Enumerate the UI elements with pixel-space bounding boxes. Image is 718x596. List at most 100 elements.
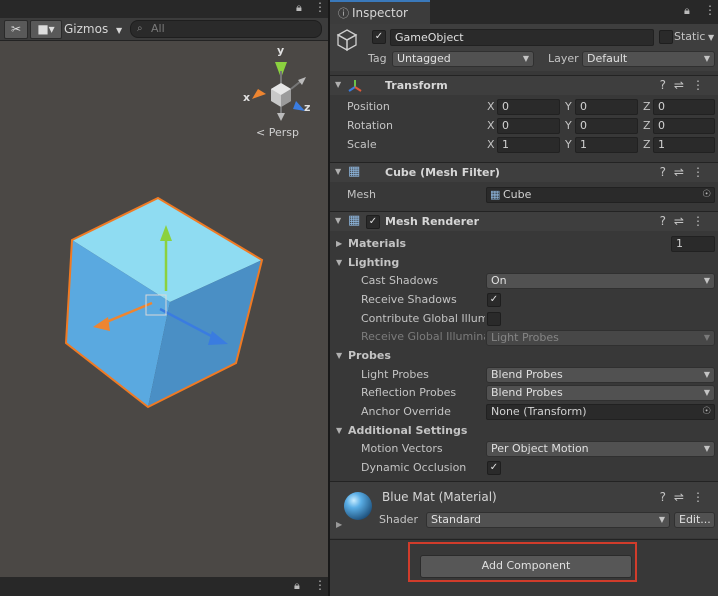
component-menu-icons[interactable]: ?⇌⋮ [660, 165, 712, 179]
mesh-icon: ▦ [490, 188, 501, 201]
projection-label: Persp [268, 126, 299, 139]
dynamic-occlusion-label: Dynamic Occlusion [361, 461, 467, 474]
orientation-gizmo[interactable] [252, 62, 306, 121]
inspector-tab-bar: ⓘ Inspector 🔒︎ ⋮ [330, 0, 718, 24]
scale-z-field[interactable]: 1 [653, 137, 715, 153]
inspector-kebab-icon[interactable]: ⋮ [704, 3, 716, 17]
component-menu-icons[interactable]: ?⇌⋮ [660, 78, 712, 92]
position-x-field[interactable]: 0 [497, 99, 560, 115]
info-icon: ⓘ [338, 7, 349, 20]
materials-foldout-icon[interactable]: ▶ [336, 239, 342, 248]
gameobject-name-field[interactable]: GameObject [390, 29, 654, 46]
bottom-kebab-icon[interactable]: ⋮ [314, 578, 326, 592]
receive-gi-value: Light Probes [491, 331, 559, 344]
tag-dropdown[interactable]: Untagged ▼ [392, 51, 534, 67]
tools-icon[interactable]: ✂ [4, 20, 28, 39]
mesh-filter-icon: ▦ [348, 164, 361, 179]
mesh-filter-header[interactable]: ▼ ▦ Cube (Mesh Filter) ?⇌⋮ [330, 162, 718, 182]
shader-dropdown[interactable]: Standard ▼ [426, 512, 670, 528]
lighting-foldout-icon[interactable]: ▼ [336, 258, 342, 267]
layer-label: Layer [548, 52, 579, 65]
motion-vectors-dropdown[interactable]: Per Object Motion ▼ [486, 441, 715, 457]
reflection-probes-dropdown[interactable]: Blend Probes ▼ [486, 385, 715, 401]
component-menu-icons[interactable]: ?⇌⋮ [660, 214, 712, 228]
mesh-object-field[interactable]: ▦ Cube ☉ [486, 187, 715, 203]
scene-viewport[interactable]: y x z < Persp [0, 41, 328, 577]
object-picker-icon[interactable]: ☉ [702, 405, 711, 419]
rotation-y-field[interactable]: 0 [575, 118, 638, 134]
rotation-x-field[interactable]: 0 [497, 118, 560, 134]
lighting-label[interactable]: Lighting [348, 254, 399, 272]
gizmo-z-label: z [304, 101, 311, 114]
position-y-field[interactable]: 0 [575, 99, 638, 115]
reflection-probes-value: Blend Probes [491, 386, 563, 399]
search-input[interactable]: ⌕ All [130, 20, 322, 38]
mesh-renderer-header[interactable]: ▼ ▦ ✓ Mesh Renderer ?⇌⋮ [330, 211, 718, 231]
contribute-gi-checkbox[interactable] [487, 312, 501, 326]
scene-panel: 🔒︎ ⋮ ✂ ■▾ Gizmos ▼ ⌕ All y x z < Persp 🔒… [0, 0, 328, 596]
active-checkbox[interactable]: ✓ [372, 30, 386, 44]
cube-object[interactable] [64, 196, 264, 409]
foldout-arrow-icon[interactable]: ▼ [335, 80, 341, 89]
component-menu-icons[interactable]: ?⇌⋮ [660, 490, 712, 504]
material-foldout-icon[interactable]: ▶ [336, 520, 342, 529]
materials-count-field[interactable]: 1 [671, 236, 715, 252]
material-sphere-icon [344, 492, 372, 520]
mesh-label: Mesh [347, 188, 376, 201]
light-probes-label: Light Probes [361, 368, 429, 381]
tab-inspector[interactable]: ⓘ Inspector [330, 0, 430, 24]
layer-dropdown[interactable]: Default ▼ [582, 51, 715, 67]
light-probes-dropdown[interactable]: Blend Probes ▼ [486, 367, 715, 383]
probes-foldout-icon[interactable]: ▼ [336, 351, 342, 360]
transform-title: Transform [385, 79, 448, 92]
chevron-down-icon: ▼ [703, 276, 710, 285]
anchor-override-field[interactable]: None (Transform) ☉ [486, 404, 715, 420]
gizmo-y-label: y [277, 44, 285, 57]
additional-settings-label[interactable]: Additional Settings [348, 422, 467, 440]
motion-vectors-value: Per Object Motion [491, 442, 589, 455]
scene-tab-bar: 🔒︎ ⋮ [0, 0, 328, 18]
chevron-down-icon: ▼ [116, 26, 123, 35]
position-z-field[interactable]: 0 [653, 99, 715, 115]
scene-bottom-bar: 🔒︎ ⋮ [0, 577, 328, 596]
chevron-down-icon: ▼ [703, 370, 710, 379]
chevron-down-icon: ▼ [703, 388, 710, 397]
static-chevron-icon[interactable]: ▼ [708, 33, 714, 42]
lock-icon[interactable]: 🔒︎ [296, 1, 302, 15]
rotation-label: Rotation [347, 119, 394, 132]
anchor-override-value: None (Transform) [491, 405, 587, 418]
rotation-z-field[interactable]: 0 [653, 118, 715, 134]
receive-gi-label: Receive Global Illuminat [361, 330, 485, 343]
scale-x-field[interactable]: 1 [497, 137, 560, 153]
probes-label[interactable]: Probes [348, 347, 391, 365]
motion-vectors-label: Motion Vectors [361, 442, 443, 455]
object-picker-icon[interactable]: ☉ [702, 188, 711, 202]
shader-label: Shader [379, 513, 418, 526]
kebab-menu-icon[interactable]: ⋮ [314, 0, 326, 14]
projection-icon: < [256, 126, 266, 139]
inspector-lock-icon[interactable]: 🔒︎ [684, 4, 690, 18]
camera-icon[interactable]: ■▾ [30, 20, 62, 39]
foldout-arrow-icon[interactable]: ▼ [335, 167, 341, 176]
gizmos-dropdown[interactable]: Gizmos ▼ [64, 21, 122, 39]
receive-gi-dropdown: Light Probes ▼ [486, 330, 715, 346]
materials-label[interactable]: Materials [348, 235, 406, 253]
scene-toolbar: ✂ ■▾ Gizmos ▼ ⌕ All [0, 18, 328, 41]
shader-edit-button[interactable]: Edit... [674, 512, 715, 528]
static-label: Static [674, 30, 706, 43]
static-checkbox[interactable] [659, 30, 673, 44]
mesh-renderer-enabled-checkbox[interactable]: ✓ [366, 215, 380, 229]
orient-neg-y-cone [277, 113, 285, 121]
material-title: Blue Mat (Material) [382, 490, 497, 504]
foldout-arrow-icon[interactable]: ▼ [335, 216, 341, 225]
cast-shadows-dropdown[interactable]: On ▼ [486, 273, 715, 289]
chevron-down-icon: ▼ [522, 54, 529, 63]
projection-toggle[interactable]: < Persp [256, 126, 299, 139]
additional-foldout-icon[interactable]: ▼ [336, 426, 342, 435]
receive-shadows-checkbox[interactable]: ✓ [487, 293, 501, 307]
scale-y-field[interactable]: 1 [575, 137, 638, 153]
transform-header[interactable]: ▼ Transform ?⇌⋮ [330, 75, 718, 95]
bottom-lock-icon[interactable]: 🔒︎ [294, 579, 300, 593]
dynamic-occlusion-checkbox[interactable]: ✓ [487, 461, 501, 475]
tag-value: Untagged [397, 52, 451, 65]
